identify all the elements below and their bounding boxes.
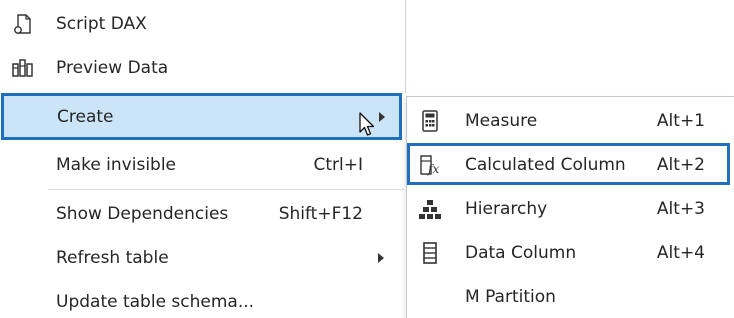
menu-item-show-dependencies[interactable]: Show Dependencies Shift+F12 [0,194,405,234]
context-menu: Script DAX Preview Data Make invisible C… [0,0,405,318]
create-submenu: Measure Alt+1 fx Calculated Column Alt+2 [406,96,734,318]
menu-item-label: Refresh table [56,248,169,268]
preview-data-icon [10,55,36,81]
menu-item-update-table-schema[interactable]: Update table schema... [0,282,405,318]
submenu-item-measure[interactable]: Measure Alt+1 [407,99,734,143]
menu-item-label: Update table schema... [56,292,255,312]
menu-item-label: Script DAX [56,14,147,34]
hierarchy-icon [417,196,443,222]
script-dax-icon [10,11,36,37]
shortcut-label: Ctrl+I [313,155,363,175]
submenu-item-hierarchy[interactable]: Hierarchy Alt+3 [407,187,734,231]
menu-item-label: Show Dependencies [56,204,229,224]
data-column-icon [417,240,443,266]
shortcut-label: Shift+F12 [278,204,363,224]
submenu-item-label: Data Column [465,243,577,263]
menu-item-label: Preview Data [56,58,169,78]
shortcut-label: Alt+1 [656,111,705,131]
shortcut-label: Alt+3 [656,199,705,219]
app-divider [405,0,406,93]
submenu-arrow-icon [378,253,384,263]
screen: Script DAX Preview Data Make invisible C… [0,0,734,318]
mouse-cursor-icon [359,112,375,136]
submenu-item-label: Hierarchy [465,199,548,219]
shortcut-label: Alt+4 [656,243,705,263]
submenu-item-data-column[interactable]: Data Column Alt+4 [407,231,734,275]
menu-item-label: Make invisible [56,155,177,175]
calculator-icon [417,108,443,134]
menu-item-script-dax[interactable]: Script DAX [0,4,405,44]
submenu-item-m-partition[interactable]: M Partition [407,275,734,318]
submenu-item-label: M Partition [465,287,556,307]
menu-item-preview-data[interactable]: Preview Data [0,48,405,88]
menu-item-create[interactable]: Create [1,93,402,140]
menu-separator [48,189,404,190]
menu-item-make-invisible[interactable]: Make invisible Ctrl+I [0,145,405,185]
submenu-arrow-icon [379,111,385,122]
submenu-item-label: Measure [465,111,538,131]
menu-item-label: Create [57,106,114,127]
calculated-column-highlight-frame [407,143,730,185]
menu-item-refresh-table[interactable]: Refresh table [0,238,405,278]
